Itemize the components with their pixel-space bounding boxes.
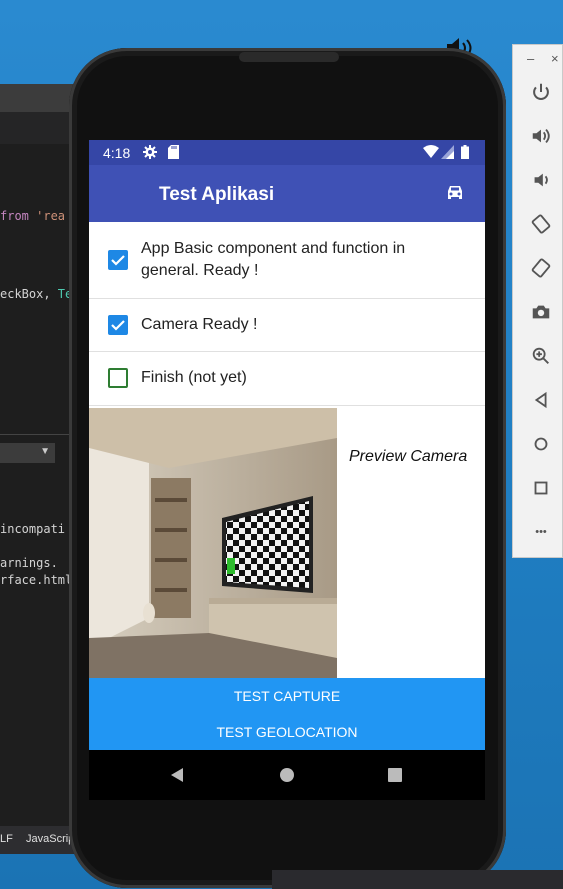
preview-caption: Preview Camera: [349, 448, 468, 465]
nav-back-icon[interactable]: [169, 767, 185, 788]
code-string: 'rea: [28, 209, 66, 223]
captured-photo: [89, 408, 337, 678]
output-line: incompati: [0, 522, 66, 536]
navigation-bar: [89, 750, 485, 800]
output-line: arnings.: [0, 556, 58, 570]
app-bar: Test Aplikasi: [89, 165, 485, 222]
zoom-icon[interactable]: [529, 344, 553, 368]
checklist-item[interactable]: Camera Ready !: [89, 299, 485, 352]
status-time: 4:18: [103, 145, 131, 161]
status-bar: 4:18: [89, 140, 485, 165]
signal-icon: [441, 145, 454, 162]
phone-screen: 4:18 Test Aplikasi App Basic component a…: [89, 140, 485, 800]
chevron-down-icon: ▼: [40, 446, 50, 457]
nav-overview-icon[interactable]: [387, 767, 403, 788]
overview-icon[interactable]: [529, 476, 553, 500]
taskbar-strip: [272, 870, 563, 889]
checklist-item[interactable]: App Basic component and function in gene…: [89, 222, 485, 299]
back-icon[interactable]: [529, 388, 553, 412]
checklist-item-label: Camera Ready !: [141, 316, 258, 333]
volume-down-icon[interactable]: [529, 168, 553, 192]
phone-speaker: [239, 52, 339, 62]
emulator-toolbar: – × •••: [512, 44, 563, 558]
camera-preview-section: Preview Camera: [89, 408, 485, 678]
sd-card-icon: [168, 145, 179, 162]
checklist-item-label: Finish (not yet): [141, 369, 247, 386]
camera-icon[interactable]: [529, 300, 553, 324]
code-line[interactable]: from 'rea: [0, 209, 65, 223]
test-capture-button[interactable]: TEST CAPTURE: [89, 678, 485, 714]
close-button[interactable]: ×: [551, 51, 559, 66]
home-icon[interactable]: [529, 432, 553, 456]
battery-icon: [461, 145, 469, 162]
checklist-item[interactable]: Finish (not yet): [89, 352, 485, 406]
code-line[interactable]: eckBox, Te: [0, 287, 72, 301]
checkbox-checked[interactable]: [108, 250, 128, 270]
volume-up-icon[interactable]: [529, 124, 553, 148]
more-icon[interactable]: •••: [529, 520, 553, 544]
rotate-left-icon[interactable]: [529, 212, 553, 236]
rotate-right-icon[interactable]: [529, 256, 553, 280]
checkbox-checked[interactable]: [108, 315, 128, 335]
checkbox-unchecked[interactable]: [108, 368, 128, 388]
status-language[interactable]: JavaScrip: [26, 833, 74, 845]
car-icon[interactable]: [444, 183, 466, 208]
code-keyword: from: [0, 209, 29, 223]
output-dropdown[interactable]: ▼: [0, 443, 55, 463]
status-eol[interactable]: LF: [0, 833, 13, 845]
test-geolocation-button[interactable]: TEST GEOLOCATION: [89, 714, 485, 750]
app-title: Test Aplikasi: [159, 184, 275, 205]
nav-home-icon[interactable]: [279, 767, 295, 788]
power-icon[interactable]: [529, 80, 553, 104]
minimize-button[interactable]: –: [527, 51, 534, 66]
code-text: eckBox,: [0, 287, 58, 301]
output-line: rface.html: [0, 573, 73, 587]
settings-icon: [143, 145, 157, 162]
checklist-item-label: App Basic component and function in gene…: [141, 240, 406, 279]
wifi-icon: [423, 145, 439, 162]
